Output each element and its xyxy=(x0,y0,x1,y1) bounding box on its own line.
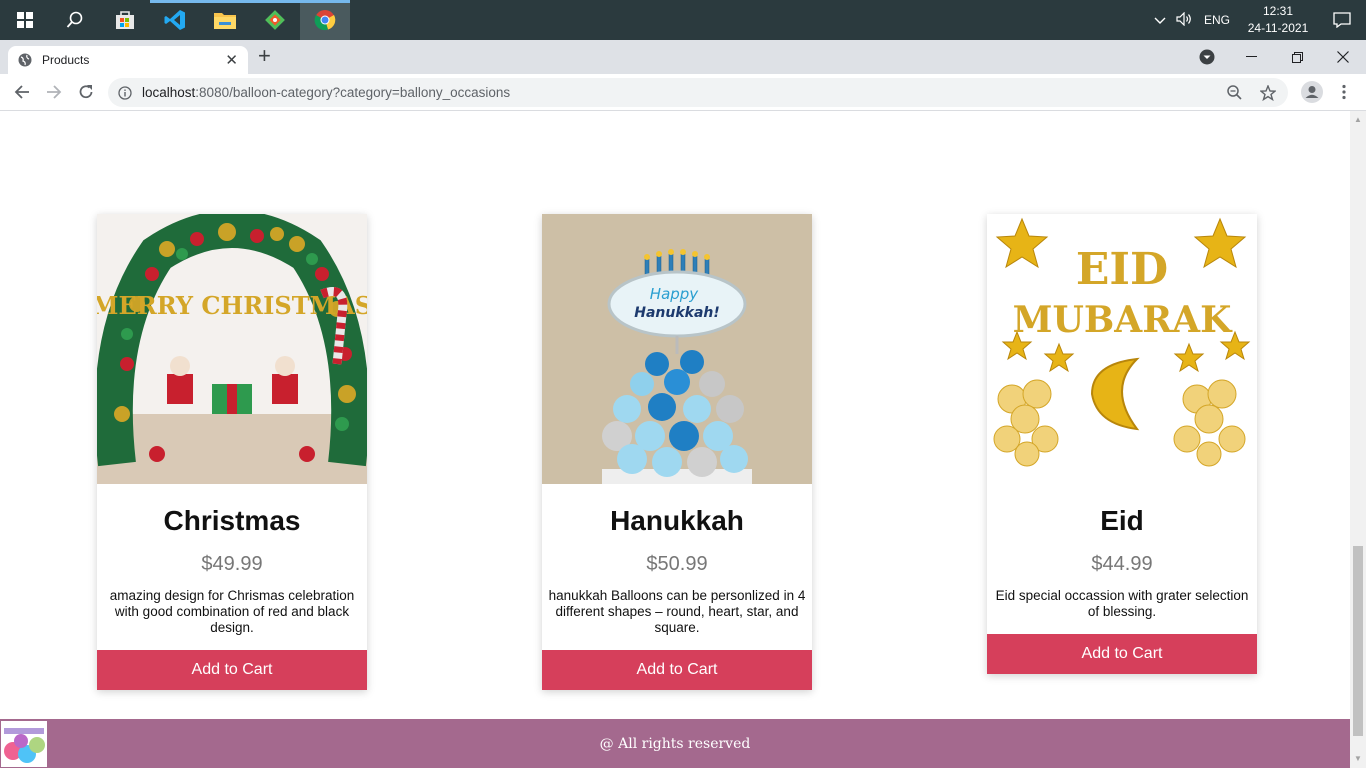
hanukkah-image-text-1: Happy xyxy=(650,285,700,303)
footer: @ All rights reserved xyxy=(0,719,1350,768)
product-name: Christmas xyxy=(163,505,301,536)
product-price: $49.99 xyxy=(201,553,263,575)
chrome-icon xyxy=(314,10,336,31)
page-scrollbar[interactable]: ▲ ▼ xyxy=(1350,111,1366,768)
product-description: Eid special occassion with grater select… xyxy=(995,588,1249,619)
tab-title: Products xyxy=(42,53,90,67)
scroll-thumb[interactable] xyxy=(1353,546,1363,736)
reload-button[interactable] xyxy=(74,80,98,104)
back-button[interactable] xyxy=(10,80,34,104)
clock[interactable]: 12:31 24-11-2021 xyxy=(1238,3,1318,37)
taskbar-search-button[interactable] xyxy=(50,0,100,40)
git-icon xyxy=(265,10,285,30)
product-image-hanukkah[interactable]: Happy Hanukkah! xyxy=(542,214,812,484)
folder-icon xyxy=(214,13,236,29)
browser-tab-strip: Products ✕ xyxy=(0,40,1366,74)
taskbar: ENG 12:31 24-11-2021 xyxy=(0,0,1366,40)
tab-close-icon[interactable]: ✕ xyxy=(225,51,238,69)
chevron-down-circle-icon xyxy=(1199,49,1215,65)
eid-image-text-1: EID xyxy=(1076,244,1168,295)
product-price: $44.99 xyxy=(1091,553,1153,575)
zoom-icon[interactable] xyxy=(1227,85,1242,100)
tab-search-button[interactable] xyxy=(1184,40,1230,74)
taskbar-explorer-button[interactable] xyxy=(200,0,250,40)
clock-date: 24-11-2021 xyxy=(1247,21,1309,35)
product-card-christmas: MERRY CHRISTMAS Christmas $49.99 amazing… xyxy=(97,214,367,690)
system-tray: ENG 12:31 24-11-2021 xyxy=(1148,0,1366,40)
scroll-down-arrow-icon[interactable]: ▼ xyxy=(1353,754,1363,764)
taskbar-chrome-button[interactable] xyxy=(300,0,350,40)
language-indicator[interactable]: ENG xyxy=(1196,13,1238,27)
store-icon xyxy=(116,11,134,29)
product-image-christmas[interactable]: MERRY CHRISTMAS xyxy=(97,214,367,484)
product-name: Hanukkah xyxy=(610,505,744,536)
info-icon[interactable] xyxy=(118,85,132,100)
browser-menu-button[interactable] xyxy=(1332,80,1356,104)
eid-image-text-2: MUBARAK xyxy=(1013,299,1233,341)
clock-time: 12:31 xyxy=(1262,4,1294,18)
bookmark-star-icon[interactable] xyxy=(1260,84,1276,101)
address-bar[interactable]: localhost:8080/balloon-category?category… xyxy=(108,78,1288,107)
omnibox-actions xyxy=(1227,78,1276,107)
scroll-up-arrow-icon[interactable]: ▲ xyxy=(1353,115,1363,125)
add-to-cart-button[interactable]: Add to Cart xyxy=(987,634,1257,674)
chevron-up-icon[interactable] xyxy=(1148,13,1172,28)
taskbar-store-button[interactable] xyxy=(100,0,150,40)
restore-icon xyxy=(1291,51,1303,63)
taskbar-git-button[interactable] xyxy=(250,0,300,40)
close-icon xyxy=(1337,51,1349,63)
volume-icon[interactable] xyxy=(1172,11,1196,29)
globe-icon xyxy=(18,53,32,67)
page-content: MERRY CHRISTMAS Christmas $49.99 amazing… xyxy=(0,111,1350,768)
windows-logo-icon xyxy=(17,12,33,28)
browser-tab[interactable]: Products ✕ xyxy=(8,46,248,74)
url-path: :8080/balloon-category?category=ballony_… xyxy=(195,85,511,100)
windows-start-button[interactable] xyxy=(0,0,50,40)
product-card-hanukkah: Happy Hanukkah! Hanukkah $50.99 hanukkah… xyxy=(542,214,812,690)
product-image-eid[interactable]: EID MUBARAK xyxy=(987,214,1257,484)
hanukkah-image-text-2: Hanukkah! xyxy=(634,305,720,321)
reload-icon xyxy=(79,85,93,99)
new-tab-button[interactable]: + xyxy=(258,44,271,68)
vscode-icon xyxy=(164,10,185,30)
product-card-eid: EID MUBARAK Eid $44.99 Eid special occas… xyxy=(987,214,1257,674)
notification-center-button[interactable] xyxy=(1318,12,1366,28)
forward-button[interactable] xyxy=(42,80,66,104)
footer-text: @ All rights reserved xyxy=(599,735,751,752)
search-icon xyxy=(66,11,83,28)
add-to-cart-button[interactable]: Add to Cart xyxy=(97,650,367,690)
taskbar-vscode-button[interactable] xyxy=(150,0,200,40)
url-host: localhost xyxy=(142,85,196,100)
minimize-button[interactable] xyxy=(1228,40,1274,74)
profile-button[interactable] xyxy=(1300,80,1324,104)
minimize-icon xyxy=(1245,56,1257,57)
arrow-right-icon xyxy=(47,85,62,99)
more-vertical-icon xyxy=(1342,84,1346,100)
browser-toolbar: localhost:8080/balloon-category?category… xyxy=(0,74,1366,111)
restore-button[interactable] xyxy=(1274,40,1320,74)
arrow-left-icon xyxy=(14,85,29,99)
product-description: hanukkah Balloons can be personlized in … xyxy=(548,588,806,635)
notification-icon xyxy=(1333,12,1351,28)
product-name: Eid xyxy=(1100,505,1144,536)
site-logo[interactable] xyxy=(1,721,47,767)
avatar-icon xyxy=(1301,81,1323,103)
url-text: localhost:8080/balloon-category?category… xyxy=(142,85,510,100)
add-to-cart-button[interactable]: Add to Cart xyxy=(542,650,812,690)
close-window-button[interactable] xyxy=(1320,40,1366,74)
product-description: amazing design for Chrismas celebration … xyxy=(109,588,355,635)
product-price: $50.99 xyxy=(646,553,708,575)
